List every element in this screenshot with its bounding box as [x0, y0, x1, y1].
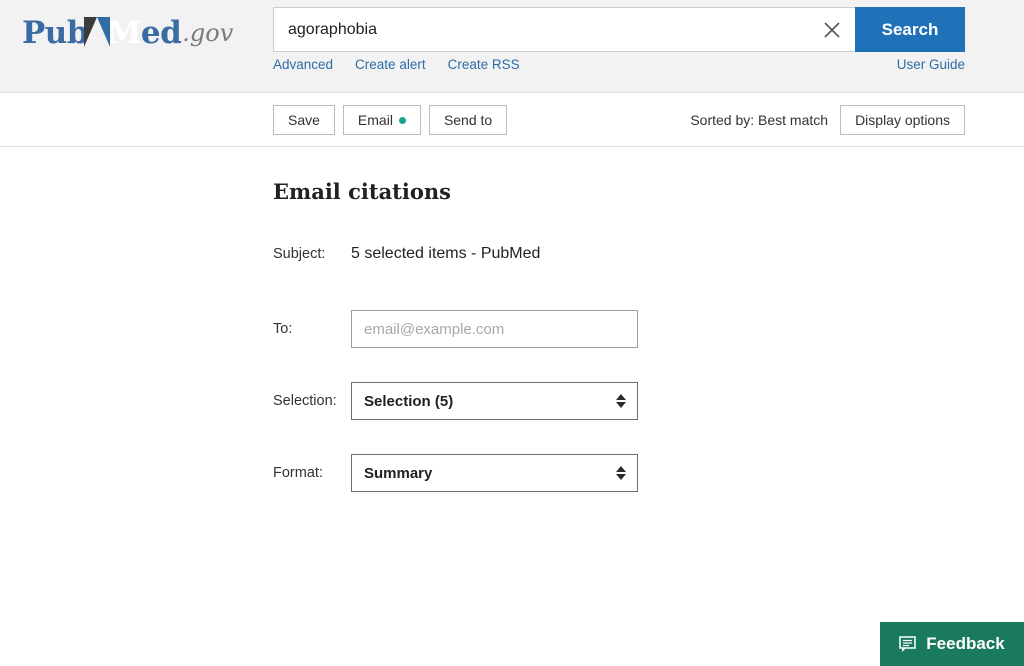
subject-value: 5 selected items - PubMed: [351, 245, 541, 262]
display-options-button[interactable]: Display options: [840, 105, 965, 135]
search-input[interactable]: [274, 8, 809, 51]
header-links: Advanced Create alert Create RSS User Gu…: [273, 57, 965, 72]
pubmed-logo[interactable]: Pub Med .gov: [22, 13, 233, 53]
create-rss-link[interactable]: Create RSS: [448, 57, 520, 72]
email-citations-panel: Email citations Subject: 5 selected item…: [0, 147, 1024, 665]
logo-letter-m: M: [107, 15, 141, 51]
logo-text-pub: Pub: [22, 15, 89, 51]
save-button-label: Save: [288, 112, 320, 128]
logo-text-med: Med: [107, 15, 182, 51]
display-options-label: Display options: [855, 112, 950, 128]
send-to-button[interactable]: Send to: [428, 105, 508, 135]
toolbar-right-group: Sorted by: Best match Display options: [690, 105, 965, 135]
active-indicator-dot: [398, 116, 406, 124]
toolbar-left-group: Save Email Send to: [273, 105, 508, 135]
to-label: To:: [273, 321, 293, 337]
to-row: To:: [273, 310, 638, 348]
feedback-label: Feedback: [926, 634, 1005, 653]
logo-text-ed: ed: [140, 15, 182, 51]
format-label: Format:: [273, 465, 323, 481]
advanced-link[interactable]: Advanced: [273, 57, 333, 72]
email-button[interactable]: Email: [342, 105, 421, 135]
results-action-toolbar: Save Email Send to Sorted by: Best match…: [0, 93, 1024, 147]
sorted-by-text: Sorted by: Best match: [690, 112, 829, 128]
selection-label: Selection:: [273, 393, 337, 409]
email-button-label: Email: [357, 112, 393, 128]
search-input-container: [273, 7, 855, 52]
logo-text-gov: .gov: [182, 19, 234, 47]
book-icon: [84, 16, 111, 50]
search-bar: Search: [273, 7, 965, 52]
close-icon: [824, 21, 840, 38]
to-email-input[interactable]: [351, 310, 638, 348]
page-title: Email citations: [273, 179, 451, 204]
selection-select[interactable]: Selection (5): [351, 382, 638, 420]
site-header: Pub Med .gov Search Advanced Create aler…: [0, 0, 1024, 93]
format-row: Format: Summary: [273, 454, 638, 492]
save-button[interactable]: Save: [273, 105, 335, 135]
feedback-button[interactable]: Feedback: [880, 622, 1024, 666]
selection-row: Selection: Selection (5): [273, 382, 638, 420]
subject-label: Subject:: [273, 246, 326, 262]
selection-select-value: Selection (5): [351, 382, 638, 420]
search-button[interactable]: Search: [855, 7, 965, 52]
speech-bubble-icon: [899, 636, 917, 652]
format-select-value: Summary: [351, 454, 638, 492]
user-guide-link[interactable]: User Guide: [897, 57, 965, 72]
create-alert-link[interactable]: Create alert: [355, 57, 426, 72]
send-to-button-label: Send to: [443, 112, 493, 128]
format-select[interactable]: Summary: [351, 454, 638, 492]
clear-search-button[interactable]: [809, 8, 855, 51]
subject-row: Subject: 5 selected items - PubMed: [273, 245, 540, 263]
